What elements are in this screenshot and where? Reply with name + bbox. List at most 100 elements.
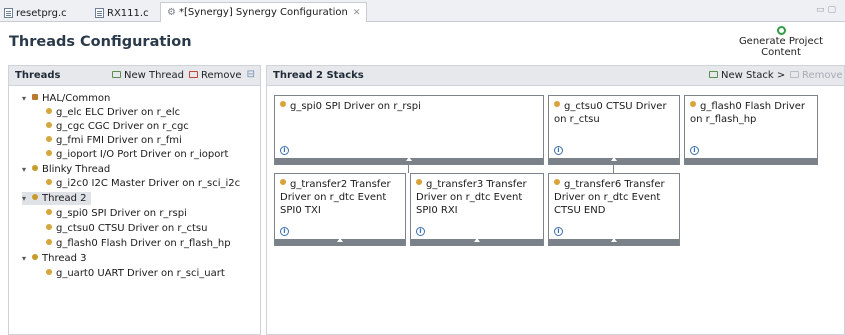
stack-card-expand-bar[interactable] [549,157,679,164]
stack-connector [613,165,614,173]
expand-chevron-icon[interactable]: ▾ [22,163,32,176]
new-thread-label: New Thread [124,70,184,81]
stack-connector [408,165,409,173]
module-icon [280,101,286,107]
collapse-arrow-icon [611,157,617,161]
tab-label: *[Synergy] Synergy Configuration [178,7,348,18]
info-icon[interactable]: i [280,227,289,236]
tree-node-module[interactable]: g_ioport I/O Port Driver on r_ioport [46,148,228,161]
info-icon[interactable]: i [554,227,563,236]
stack-card-label: g_ctsu0 CTSU Driver on r_ctsu [554,101,667,125]
stack-card-transfer3[interactable]: g_transfer3 Transfer Driver on r_dtc Eve… [410,173,544,246]
stack-card-flash0[interactable]: g_flash0 Flash Driver on r_flash_hp i [684,95,818,165]
stack-card-label: g_flash0 Flash Driver on r_flash_hp [690,101,806,125]
thread-icon [32,165,38,171]
tree-node-thread-2[interactable]: ▾ Thread 2 [22,192,91,205]
stack-card-expand-bar[interactable] [275,157,543,164]
module-icon [46,108,52,114]
stack-card-expand-bar[interactable] [411,238,543,245]
hal-folder-icon [32,94,38,100]
gear-icon: ⚙ [167,7,176,18]
tree-node-module[interactable]: g_spi0 SPI Driver on r_rspi [46,207,187,220]
minimize-icon[interactable]: ▭ [816,5,828,15]
tree-node-label: g_ctsu0 CTSU Driver on r_ctsu [56,223,208,234]
tree-node-module[interactable]: g_uart0 UART Driver on r_sci_uart [46,267,225,280]
module-icon [46,150,52,156]
module-icon [554,179,560,185]
window-controls[interactable]: ▭▢ [816,5,839,15]
threads-panel-title: Threads [15,70,61,81]
stack-card-text: g_flash0 Flash Driver on r_flash_hp [690,100,813,126]
tab-label: RX111.c [107,7,149,19]
remove-icon [189,71,198,78]
expand-arrow-icon [337,238,343,242]
tree-node-label: Thread 3 [42,253,87,264]
tree-node-label: HAL/Common [42,93,111,104]
module-icon [46,239,52,245]
tree-node-blinky-thread[interactable]: ▾ Blinky Thread [22,163,110,176]
new-thread-button[interactable]: New Thread [112,70,184,81]
remove-thread-label: Remove [201,70,242,81]
stack-card-text: g_ctsu0 CTSU Driver on r_ctsu [554,100,675,126]
tab-synergy-configuration[interactable]: ⚙ *[Synergy] Synergy Configuration ✕ [160,2,368,22]
info-icon[interactable]: i [690,146,699,155]
generate-project-content-button[interactable]: Generate Project Content [721,26,841,58]
stacks-panel-header: Thread 2 Stacks New Stack > Remove [267,66,844,86]
collapse-all-icon[interactable]: ⊟ [247,69,255,80]
stack-card-transfer6[interactable]: g_transfer6 Transfer Driver on r_dtc Eve… [548,173,680,246]
module-icon [554,101,560,107]
tree-node-label: Blinky Thread [42,164,111,175]
stack-card-ctsu0[interactable]: g_ctsu0 CTSU Driver on r_ctsu i [548,95,680,165]
stack-card-text: g_spi0 SPI Driver on r_rspi [280,100,539,113]
expand-arrow-icon [611,238,617,242]
tree-node-module[interactable]: g_flash0 Flash Driver on r_flash_hp [46,237,231,250]
tree-node-label: g_elc ELC Driver on r_elc [56,107,181,118]
module-icon [46,179,52,185]
stack-card-text: g_transfer6 Transfer Driver on r_dtc Eve… [554,178,675,217]
new-stack-button[interactable]: New Stack > [709,70,785,81]
generate-icon [776,26,786,35]
remove-thread-button[interactable]: Remove [189,70,242,81]
tree-node-thread-3[interactable]: ▾ Thread 3 [22,252,87,265]
stack-card-spi0[interactable]: g_spi0 SPI Driver on r_rspi i [274,95,544,165]
editor-tab-bar: resetprg.c RX111.c ⚙ *[Synergy] Synergy … [0,0,845,22]
maximize-icon[interactable]: ▢ [827,5,839,15]
expand-chevron-icon[interactable]: ▾ [22,192,32,205]
tree-node-hal-common[interactable]: ▾ HAL/Common [22,92,110,105]
module-icon [46,269,52,275]
remove-stack-button[interactable]: Remove [790,70,843,81]
threads-panel-header: Threads New Thread Remove ⊟ [9,66,260,86]
tree-node-module[interactable]: g_ctsu0 CTSU Driver on r_ctsu [46,222,207,235]
expand-chevron-icon[interactable]: ▾ [22,252,32,265]
tree-node-label: g_ioport I/O Port Driver on r_ioport [56,149,229,160]
tree-node-module[interactable]: g_cgc CGC Driver on r_cgc [46,120,189,133]
c-file-icon [4,8,13,18]
c-file-icon [95,8,104,18]
tree-node-module[interactable]: g_i2c0 I2C Master Driver on r_sci_i2c [46,177,240,190]
stack-card-label: g_transfer6 Transfer Driver on r_dtc Eve… [554,179,665,216]
stack-card-transfer2[interactable]: g_transfer2 Transfer Driver on r_dtc Eve… [274,173,406,246]
tree-node-label: Thread 2 [42,193,87,204]
module-icon [46,209,52,215]
tree-node-label: g_spi0 SPI Driver on r_rspi [56,208,187,219]
remove-stack-label: Remove [802,70,843,81]
add-icon [709,71,718,78]
thread-icon [32,254,38,260]
tree-node-module[interactable]: g_elc ELC Driver on r_elc [46,106,180,119]
remove-icon [790,71,799,78]
info-icon[interactable]: i [280,146,289,155]
module-icon [46,136,52,142]
info-icon[interactable]: i [416,227,425,236]
info-icon[interactable]: i [554,146,563,155]
stack-card-label: g_transfer3 Transfer Driver on r_dtc Eve… [416,179,527,216]
tab-rx111[interactable]: RX111.c [95,5,149,21]
tab-resetprg[interactable]: resetprg.c [4,5,67,21]
stack-card-expand-bar[interactable] [275,238,405,245]
stack-card-expand-bar[interactable] [549,238,679,245]
close-icon[interactable]: ✕ [353,8,361,18]
expand-chevron-icon[interactable]: ▾ [22,92,32,105]
module-icon [416,179,422,185]
tree-node-module[interactable]: g_fmi FMI Driver on r_fmi [46,134,182,147]
tab-label: resetprg.c [16,7,67,19]
stacks-panel-title: Thread 2 Stacks [273,70,364,81]
